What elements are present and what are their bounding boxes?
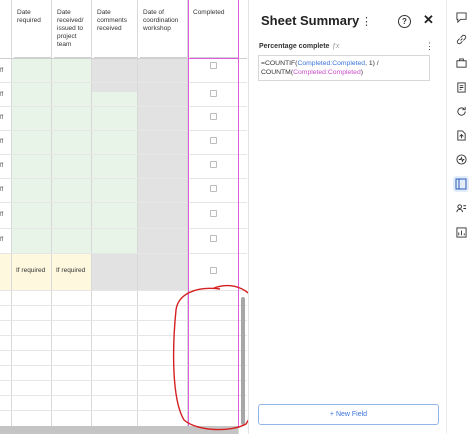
hdr-sep — [138, 0, 188, 58]
col-sep-4 — [138, 0, 188, 434]
formula-input[interactable]: =COUNTIF(Completed:Completed, 1) / COUNT… — [258, 55, 430, 81]
col-sep-1 — [12, 0, 52, 434]
new-field-button[interactable]: + New Field — [258, 404, 439, 425]
formula-part: ) — [360, 69, 363, 76]
summary-icon[interactable] — [453, 176, 469, 192]
help-icon[interactable]: ? — [398, 15, 411, 28]
report-icon[interactable] — [456, 227, 467, 238]
briefcase-icon[interactable] — [456, 58, 467, 69]
panel-menu-icon[interactable]: ⋮ — [361, 15, 372, 28]
comment-icon[interactable] — [456, 12, 467, 23]
formula-part: , 1) / — [365, 60, 379, 67]
cell-truncated: ff — [0, 237, 4, 243]
file-upload-icon[interactable] — [456, 130, 467, 141]
hdr-sep — [92, 0, 138, 58]
close-icon[interactable]: ✕ — [423, 12, 434, 28]
cell-truncated: ff — [0, 163, 4, 169]
column-selection — [188, 58, 239, 428]
cell-truncated: ff — [0, 187, 4, 193]
sheet-summary-panel: Sheet Summary ⋮ ? ✕ Percentage complete … — [248, 0, 445, 434]
cell-truncated: ff — [0, 92, 4, 98]
formula-icon: ƒx — [332, 43, 340, 50]
column-selection-header — [188, 0, 239, 58]
col-sep-3 — [92, 0, 138, 434]
formula-range: Completed:Completed — [297, 60, 366, 67]
field-menu-icon[interactable]: ⋮ — [425, 41, 434, 52]
cell-if-required[interactable]: If required — [16, 267, 45, 274]
field-label: Percentage complete — [259, 43, 330, 50]
cell-truncated: ff — [0, 68, 4, 74]
formula-range: Completed:Completed — [293, 69, 361, 76]
people-icon[interactable] — [456, 203, 467, 214]
hdr-sep — [0, 0, 12, 58]
right-icon-rail — [446, 0, 474, 434]
cell-if-required[interactable]: If required — [56, 267, 85, 274]
sheet-grid[interactable]: Date required Date received/ issued to p… — [0, 0, 247, 434]
cell-truncated: ff — [0, 212, 4, 218]
cell-truncated: ff — [0, 115, 4, 121]
horizontal-scrollbar[interactable] — [0, 426, 238, 434]
proofing-icon[interactable] — [456, 82, 467, 93]
activity-icon[interactable] — [456, 154, 467, 165]
refresh-icon[interactable] — [456, 106, 467, 117]
hdr-sep — [12, 0, 52, 58]
hdr-sep — [52, 0, 92, 58]
cell-truncated: ff — [0, 139, 4, 145]
col-sep-2 — [52, 0, 92, 434]
formula-part: =COUNTIF( — [261, 60, 298, 67]
formula-part: COUNTM( — [261, 69, 294, 76]
link-icon[interactable] — [456, 34, 467, 45]
panel-title: Sheet Summary — [261, 13, 360, 28]
vertical-scrollbar[interactable] — [241, 297, 245, 425]
